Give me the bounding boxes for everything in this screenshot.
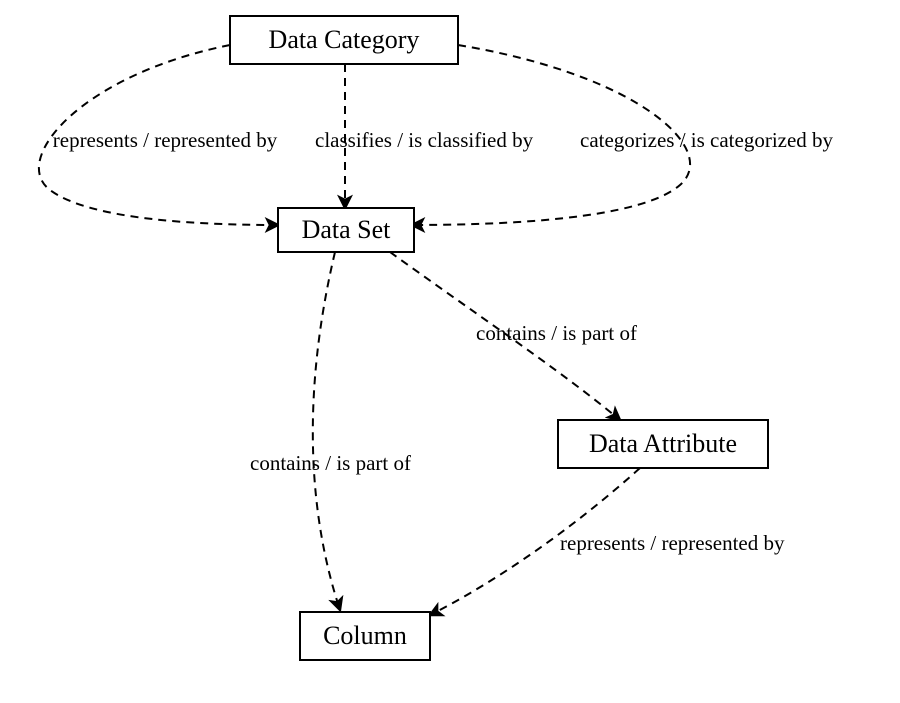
concept-diagram: classifies / is classified by represents… — [0, 0, 900, 703]
node-data-category-label: Data Category — [269, 25, 420, 54]
node-data-set-label: Data Set — [302, 215, 392, 244]
edge-represents-category-set: represents / represented by — [39, 45, 278, 225]
edge-classifies-label: classifies / is classified by — [315, 128, 534, 152]
edge-contains-attribute-label: contains / is part of — [476, 321, 637, 345]
edge-contains-attribute: contains / is part of — [390, 252, 637, 420]
edge-categorizes-label: categorizes / is categorized by — [580, 128, 834, 152]
edge-contains-column-label: contains / is part of — [250, 451, 411, 475]
node-column-label: Column — [323, 621, 407, 650]
edge-classifies: classifies / is classified by — [315, 64, 534, 208]
edge-contains-column: contains / is part of — [250, 252, 411, 610]
node-data-set: Data Set — [278, 208, 414, 252]
node-data-attribute-label: Data Attribute — [589, 429, 737, 458]
node-data-attribute: Data Attribute — [558, 420, 768, 468]
edge-represents-attribute-column: represents / represented by — [430, 468, 785, 615]
edge-represents-attribute-column-label: represents / represented by — [560, 531, 785, 555]
node-data-category: Data Category — [230, 16, 458, 64]
node-column: Column — [300, 612, 430, 660]
edge-represents-category-set-label: represents / represented by — [53, 128, 278, 152]
